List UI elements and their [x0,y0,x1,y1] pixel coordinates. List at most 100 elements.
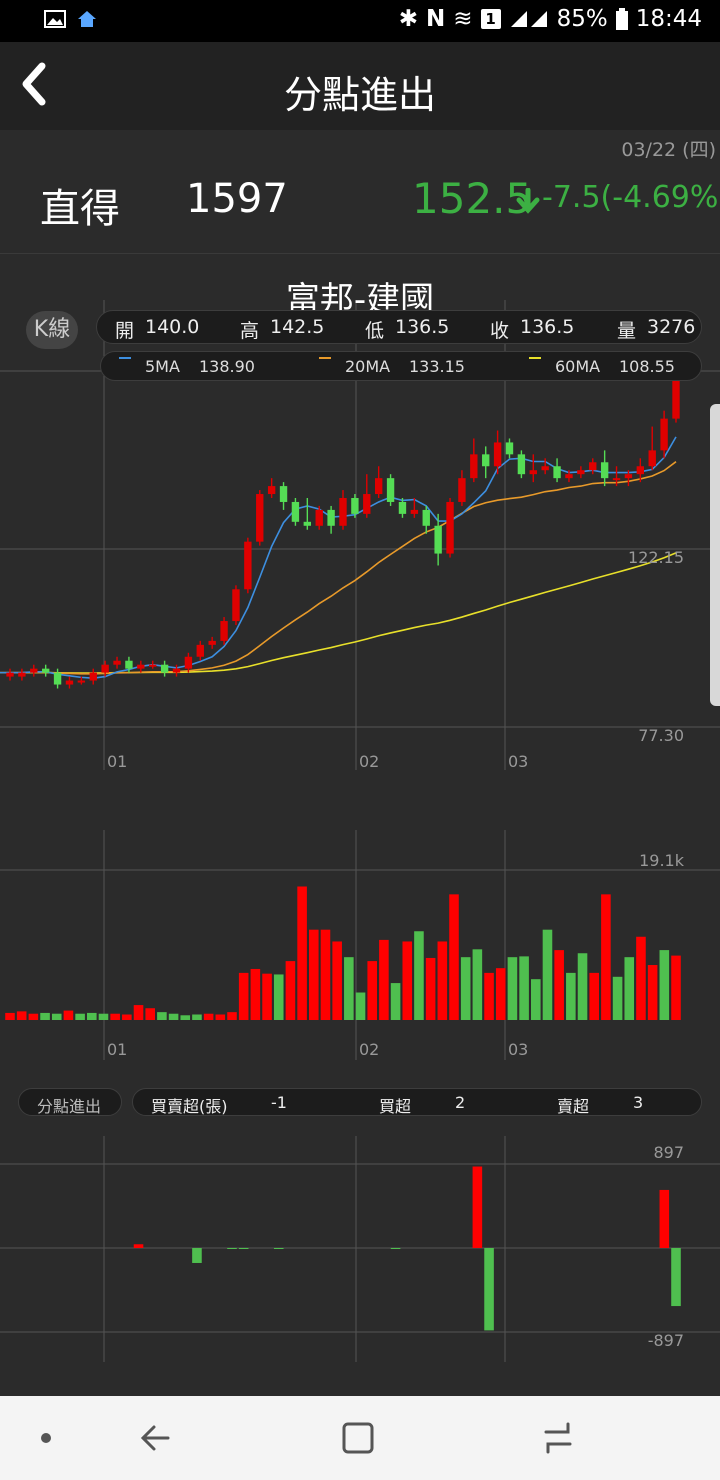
volume-bar [671,955,681,1020]
candle-body [77,680,86,683]
volume-bar [542,929,553,1020]
high-value: 142.5 [270,316,325,338]
x-tick-02: 02 [359,752,379,771]
low-value: 136.5 [395,316,450,338]
navigation-bar [0,1396,720,1480]
volume-bar [63,1010,74,1020]
candle-body [244,541,252,590]
flow-bar [484,1248,494,1331]
candle-body [410,509,419,514]
candle-body [89,672,97,681]
volume-bar [122,1014,132,1020]
arrow-down-icon [516,188,540,214]
candle-body [470,454,478,479]
volume-bar [566,972,576,1020]
candle-body [303,521,312,526]
volume-bar [355,992,366,1020]
recents-icon[interactable] [536,1416,580,1460]
candle-body [458,478,466,502]
subchart-summary: 買賣超(張) -1 買超 2 賣超 3 [132,1088,702,1116]
ma20-swatch [319,357,331,359]
home-icon[interactable] [336,1416,380,1460]
candle-body [589,462,597,471]
subchart-badge-label: 分點進出 [37,1097,102,1116]
candle-body [351,498,359,514]
image-notification-icon [44,10,66,28]
flow-bar [390,1248,401,1249]
candle-body [434,525,442,554]
candle-body [184,656,193,669]
candle-body [291,501,300,522]
open-value: 140.0 [145,316,200,338]
ohlc-bar: 開 140.0 高 142.5 低 136.5 收 136.5 量 3276 [96,310,702,344]
candle-body [101,664,109,673]
ma5-label: 5MA [145,357,180,376]
volume-bar [28,1013,39,1020]
sell-value: 3 [633,1093,644,1112]
volume-bar [495,968,506,1020]
scroll-handle[interactable] [710,404,720,706]
volume-bar [554,950,564,1020]
candle-body [398,501,407,514]
volume-bar [332,941,342,1020]
volume-value: 3276 [647,316,696,338]
candle-body [529,470,537,475]
candle-body [6,672,14,677]
ma20-label: 20MA [345,357,391,376]
candle-body [553,466,561,479]
volume-bar [449,894,459,1020]
ma5-value: 138.90 [199,357,255,376]
ma20-value: 133.15 [409,357,465,376]
page-title: 分點進出 [283,73,436,117]
candle-body [279,486,288,502]
volume-bar [40,1012,50,1020]
volume-bar [414,931,424,1020]
volume-bar [110,1013,120,1020]
sim-badge: 1 [480,9,501,29]
kline-badge[interactable]: K線 [26,311,78,349]
candle-body [220,621,228,641]
candle-body [446,501,454,554]
volume-bar [273,974,284,1020]
dot-icon[interactable] [24,1416,68,1460]
candle-body [232,589,240,622]
x-tick-01: 01 [107,752,127,771]
subchart-badge[interactable]: 分點進出 [18,1088,122,1116]
flow-max-label: 897 [653,1143,684,1162]
candle-body [505,442,514,455]
low-label: 低 [365,320,385,342]
volume-bar [157,1012,167,1020]
ma60-label: 60MA [555,357,601,376]
vol-x-tick-02: 02 [359,1040,379,1059]
volume-bar [86,1012,97,1020]
candle-body [565,474,573,479]
back-arrow-icon[interactable] [134,1416,178,1460]
flow-bar [273,1248,284,1249]
volume-bar [308,929,319,1020]
candle-body [612,478,621,481]
candle-body [41,668,50,673]
candle-body [149,664,157,667]
volume-bar [285,961,296,1020]
volume-bar [437,941,448,1020]
quote-date: 03/22 (四) [621,139,716,161]
volume-bar [379,939,389,1020]
candle-body [636,466,645,475]
buy-label: 買超 [379,1097,412,1116]
vol-x-tick-03: 03 [508,1040,528,1059]
volume-bar [250,968,261,1020]
high-label: 高 [240,320,260,342]
volume-bar [519,956,529,1020]
candle-body [267,486,276,495]
wifi-icon: ≋ [453,6,473,32]
price-label-mid: 122.15 [628,548,684,567]
volume-bar [624,957,635,1020]
ma20-line [0,461,677,675]
volume-chart: 19.1k 01 02 03 [0,830,720,1060]
flow-bar [227,1248,237,1249]
candle-body [660,418,668,451]
volume-bar [145,1008,156,1020]
volume-bar [215,1014,226,1020]
volume-bar [612,976,623,1020]
ma5-swatch [119,357,131,359]
